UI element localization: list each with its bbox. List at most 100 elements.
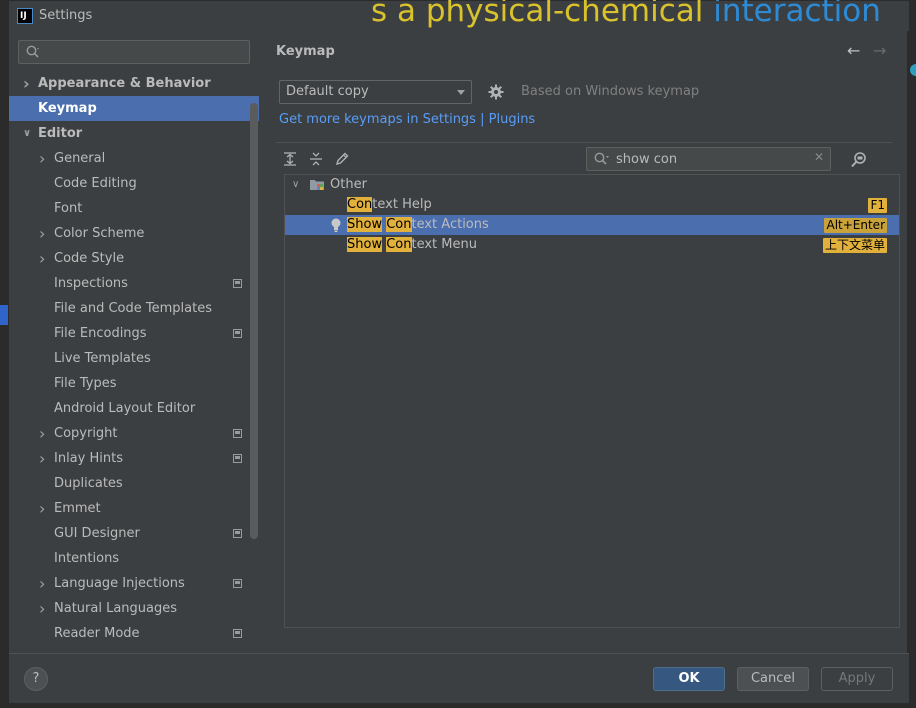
settings-link[interactable]: Get more keymaps in Settings [279,112,476,127]
sidebar-item-label: Language Injections [54,576,185,591]
sidebar-item-label: Reader Mode [54,626,140,641]
match-highlight: Con [347,197,373,212]
keymap-pane: Keymap ← → Default copy Based on Windows… [267,31,907,653]
settings-search-input[interactable] [18,40,250,64]
sidebar-item-appearance-behavior[interactable]: › Appearance & Behavior [9,71,259,96]
back-arrow-icon[interactable]: ← [847,41,860,60]
chevron-right-icon[interactable]: › [39,421,51,446]
match-highlight: Con [386,217,412,232]
sidebar-item-label: Inlay Hints [54,451,123,466]
sidebar-item-label: Inspections [54,276,128,291]
match-highlight-show: Show [347,237,383,252]
tree-group-label: Other [330,177,367,192]
sidebar-item-code-style[interactable]: › Code Style [9,246,259,271]
gear-icon[interactable] [488,84,504,100]
sidebar-item-label: File Encodings [54,326,147,341]
edit-pencil-icon[interactable] [334,151,350,167]
search-icon [26,45,39,58]
lightbulb-icon [331,218,341,232]
sidebar-item-file-and-code-templates[interactable]: File and Code Templates [9,296,259,321]
sidebar-item-label: Copyright [54,426,118,441]
sidebar-item-label: File Types [54,376,117,391]
help-button[interactable]: ? [24,667,48,691]
sidebar-item-inlay-hints[interactable]: › Inlay Hints [9,446,259,471]
title-bar: IJ Settings s a physical-chemical intera… [9,0,909,31]
action-row-context-help[interactable]: Context Help F1 [285,195,899,215]
action-filter-input[interactable]: ✕ [586,147,831,171]
action-label: Show Context Actions [347,215,489,235]
sidebar-item-label: General [54,151,106,166]
sidebar-item-label: Editor [38,126,83,141]
sidebar-item-label: Android Layout Editor [54,401,196,416]
ok-button[interactable]: OK [653,667,725,691]
cancel-button[interactable]: Cancel [737,667,809,691]
sidebar-item-file-encodings[interactable]: File Encodings [9,321,259,346]
based-on-label: Based on Windows keymap [521,84,700,99]
keymap-select-value: Default copy [286,84,369,99]
chevron-down-icon[interactable]: ∨ [292,175,299,195]
action-label: Show Context Menu [347,235,477,255]
sidebar-item-intentions[interactable]: Intentions [9,546,259,571]
sidebar-item-language-injections[interactable]: › Language Injections [9,571,259,596]
sidebar-item-emmet[interactable]: › Emmet [9,496,259,521]
keymap-select[interactable]: Default copy [279,80,472,104]
sidebar-item-color-scheme[interactable]: › Color Scheme [9,221,259,246]
apply-button[interactable]: Apply [821,667,893,691]
dialog-footer: ? OK Cancel Apply [9,653,909,703]
find-by-shortcut-icon[interactable] [850,151,868,169]
action-row-show-context-actions[interactable]: Show Context Actions Alt+Enter [285,215,899,235]
chevron-down-icon[interactable]: ∨ [23,121,35,146]
sidebar-item-file-types[interactable]: File Types [9,371,259,396]
settings-dialog: IJ Settings s a physical-chemical intera… [8,0,909,703]
plugins-link[interactable]: Plugins [489,112,536,127]
background-indicator [910,64,916,76]
action-filter-text[interactable] [616,150,806,168]
keymap-links: Get more keymaps in Settings | Plugins [279,112,535,127]
chevron-right-icon[interactable]: › [23,71,35,96]
clear-filter-icon[interactable]: ✕ [814,150,824,164]
link-separator: | [480,112,485,127]
sidebar-item-reader-mode[interactable]: Reader Mode [9,621,259,646]
forward-arrow-icon[interactable]: → [873,41,886,60]
project-scope-icon [233,429,242,438]
sidebar-item-live-templates[interactable]: Live Templates [9,346,259,371]
expand-all-icon[interactable] [282,151,298,167]
action-row-show-context-menu[interactable]: Show Context Menu 上下文菜单 [285,235,899,255]
tree-group-other[interactable]: ∨ Other [285,175,899,195]
overlay-caption: s a physical-chemical interaction [371,0,881,29]
sidebar-item-font[interactable]: Font [9,196,259,221]
sidebar-item-label: Intentions [54,551,120,566]
sidebar-item-label: Color Scheme [54,226,145,241]
chevron-right-icon[interactable]: › [39,146,51,171]
sidebar-item-keymap[interactable]: Keymap [9,96,259,121]
window-title: Settings [39,8,93,23]
sidebar-item-label: Font [54,201,83,216]
collapse-all-icon[interactable] [308,151,324,167]
action-label: Context Help [347,195,432,215]
sidebar-item-copyright[interactable]: › Copyright [9,421,259,446]
sidebar-item-code-editing[interactable]: Code Editing [9,171,259,196]
project-scope-icon [233,579,242,588]
chevron-right-icon[interactable]: › [39,571,51,596]
chevron-right-icon[interactable]: › [39,246,51,271]
project-scope-icon [233,454,242,463]
chevron-right-icon[interactable]: › [39,221,51,246]
action-label-rest: text Menu [411,237,477,252]
chevron-right-icon[interactable]: › [39,596,51,621]
sidebar-item-editor[interactable]: ∨ Editor [9,121,259,146]
sidebar-item-label: Keymap [38,101,97,116]
action-label-rest: text Help [372,197,432,212]
sidebar-item-general[interactable]: › General [9,146,259,171]
sidebar-item-android-layout-editor[interactable]: Android Layout Editor [9,396,259,421]
match-highlight: Con [386,237,412,252]
sidebar-item-label: File and Code Templates [54,301,212,316]
sidebar-item-gui-designer[interactable]: GUI Designer [9,521,259,546]
project-scope-icon [233,329,242,338]
chevron-right-icon[interactable]: › [39,446,51,471]
chevron-right-icon[interactable]: › [39,496,51,521]
sidebar-item-inspections[interactable]: Inspections [9,271,259,296]
sidebar-item-natural-languages[interactable]: › Natural Languages [9,596,259,621]
sidebar-scrollbar[interactable] [250,103,258,539]
sidebar-item-label: Duplicates [54,476,123,491]
sidebar-item-duplicates[interactable]: Duplicates [9,471,259,496]
